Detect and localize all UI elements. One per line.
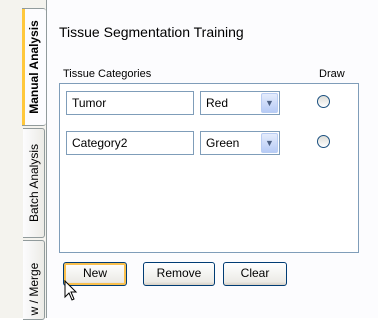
category-row: Tumor Red ▼ [60, 91, 358, 115]
color-select-value: Red [206, 96, 229, 110]
clear-button[interactable]: Clear [223, 262, 287, 286]
category-list: Tumor Red ▼ Category2 Green ▼ [59, 83, 359, 253]
tissue-categories-header: Tissue Categories [63, 68, 152, 80]
mouse-pointer-icon [64, 280, 78, 301]
category-color-select[interactable]: Green ▼ [200, 131, 280, 155]
tab-label: Manual Analysis [27, 20, 41, 114]
draw-header: Draw [319, 68, 345, 80]
tab-label: w / Merge [26, 263, 41, 316]
chevron-down-icon[interactable]: ▼ [261, 133, 278, 153]
category-color-select[interactable]: Red ▼ [200, 91, 280, 115]
page-title: Tissue Segmentation Training [59, 24, 244, 40]
tab-label: Batch Analysis [26, 143, 41, 223]
chevron-down-icon[interactable]: ▼ [261, 93, 278, 113]
remove-button[interactable]: Remove [143, 262, 215, 286]
draw-radio[interactable] [317, 135, 330, 148]
draw-radio[interactable] [317, 95, 330, 108]
category-name-input[interactable]: Tumor [66, 91, 194, 115]
tab-batch-analysis[interactable]: Batch Analysis [23, 128, 45, 238]
category-row: Category2 Green ▼ [60, 131, 358, 155]
tab-manual-analysis[interactable]: Manual Analysis [22, 8, 46, 126]
manual-analysis-page: Tissue Segmentation Training Tissue Cate… [46, 0, 378, 318]
active-tab-accent [22, 9, 25, 125]
tab-strip: Manual Analysis Batch Analysis w / Merge [0, 0, 46, 320]
category-name-input[interactable]: Category2 [66, 131, 194, 155]
color-select-value: Green [206, 136, 240, 150]
tab-review-merge[interactable]: w / Merge [23, 240, 45, 320]
